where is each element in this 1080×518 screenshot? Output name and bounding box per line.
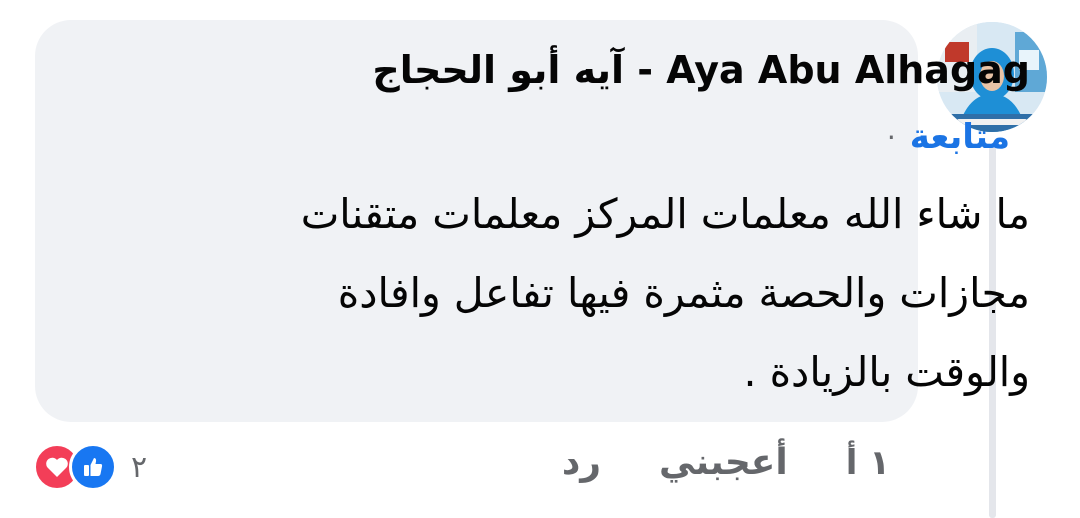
reply-button[interactable]: رد [562, 442, 601, 483]
separator-dot: · [886, 120, 896, 154]
author-name[interactable]: آيه أبو الحجاج - Aya Abu Alhagag [372, 48, 1030, 92]
comment-timestamp[interactable]: ١ أ [846, 443, 890, 483]
reaction-count: ٢ [131, 449, 148, 485]
comment-body: ما شاء الله معلمات المركز معلمات متقنات … [200, 175, 1030, 412]
like-icon [69, 443, 117, 491]
comment-screen: آيه أبو الحجاج - Aya Abu Alhagag متابعة … [0, 0, 1080, 518]
follow-row: متابعة · [887, 117, 1010, 157]
comment-actions: ١ أ أعجبني رد [504, 442, 890, 483]
follow-button[interactable]: متابعة [910, 117, 1010, 157]
reactions-summary[interactable]: ٢ [33, 443, 148, 491]
like-button[interactable]: أعجبني [659, 442, 788, 483]
comment-line: والوقت بالزيادة . [743, 348, 1030, 396]
comment-line: ما شاء الله معلمات المركز معلمات متقنات [300, 190, 1030, 238]
comment-line: مجازات والحصة مثمرة فيها تفاعل وافادة [337, 269, 1030, 317]
